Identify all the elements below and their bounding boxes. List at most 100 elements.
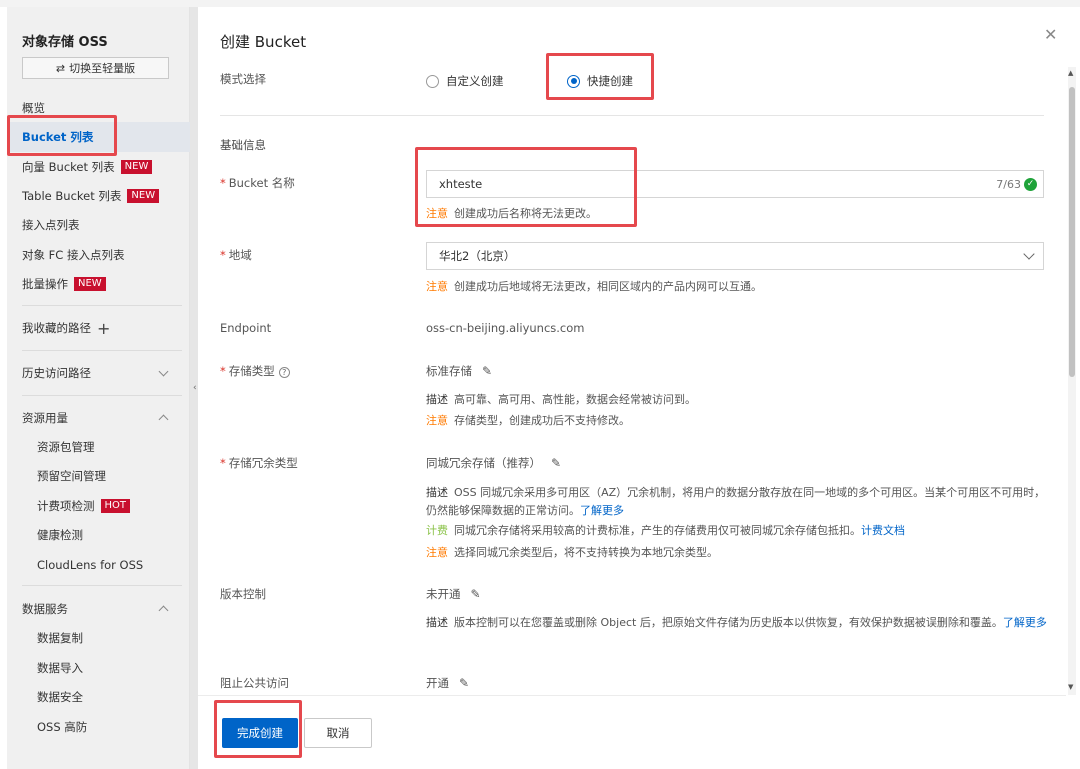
close-icon[interactable]: ✕ [1044,25,1057,44]
sidebar-item-label: 接入点列表 [22,218,80,232]
edit-icon[interactable]: ✎ [482,364,492,378]
top-shadow [0,0,1080,7]
plus-icon[interactable]: + [97,319,110,338]
check-circle-icon: ✓ [1024,178,1037,191]
sidebar-item-health-check[interactable]: 健康检测 [37,525,83,545]
storage-class-desc: 描述 高可靠、高可用、高性能，数据会经常被访问到。 [426,393,696,406]
switch-lite-label: 切换至轻量版 [69,62,136,75]
radio-icon [426,74,439,88]
chevron-down-icon [1023,248,1035,260]
edit-icon[interactable]: ✎ [459,676,469,690]
region-select[interactable]: 华北2（北京） [426,242,1044,270]
chevron-left-icon[interactable]: ‹ [193,383,197,393]
block-public-label: 阻止公共访问 [220,676,289,690]
sidebar-item-label: OSS 高防 [37,720,88,734]
redundancy-value: 同城冗余存储（推荐） ✎ [426,456,562,470]
redundancy-note: 注意 选择同城冗余类型后，将不支持转换为本地冗余类型。 [426,546,718,559]
sidebar-item-fav-paths[interactable]: 我收藏的路径 + [22,318,110,338]
sidebar-item-cloudlens[interactable]: CloudLens for OSS [37,555,143,575]
block-public-value: 开通 ✎ [426,676,470,690]
chevron-up-icon[interactable] [158,605,169,616]
redundancy-billing: 计费 同城冗余存储将采用较高的计费标准，产生的存储费用仅可被同城冗余存储包抵扣。计… [426,524,905,537]
sidebar-item-label: 批量操作 [22,277,68,291]
switch-lite-button[interactable]: ⇄ 切换至轻量版 [22,57,169,79]
sidebar-item-data-security[interactable]: 数据安全 [37,687,83,707]
sidebar-item-batch-ops[interactable]: 批量操作 NEW [22,274,106,294]
sidebar-item-label: 数据服务 [22,602,68,616]
scrollbar-thumb[interactable] [1069,87,1075,377]
bucket-name-label: * Bucket 名称 [220,176,295,190]
sidebar-item-label: CloudLens for OSS [37,558,144,572]
endpoint-label: Endpoint [220,321,272,335]
sidebar-item-data-services[interactable]: 数据服务 [22,599,68,619]
storage-class-value: 标准存储 ✎ [426,364,493,378]
chevron-up-icon[interactable] [158,414,169,425]
scroll-up-icon[interactable]: ▲ [1068,69,1073,77]
sidebar-item-label: 资源用量 [22,411,68,425]
sidebar-item-history-paths[interactable]: 历史访问路径 [22,363,91,383]
sidebar-item-billing-check[interactable]: 计费项检测 HOT [37,496,130,516]
cancel-button[interactable]: 取消 [304,718,372,748]
highlight-box [415,147,637,227]
highlight-box [214,700,302,758]
sidebar-item-resource-pkg[interactable]: 资源包管理 [37,437,95,457]
scroll-down-icon[interactable]: ▼ [1068,683,1073,691]
sidebar-item-reserved-space[interactable]: 预留空间管理 [37,466,106,486]
versioning-desc: 描述 版本控制可以在您覆盖或删除 Object 后，把原始文件存储为历史版本以供恢… [426,616,1047,629]
sidebar-item-fc-access-points[interactable]: 对象 FC 接入点列表 [22,245,124,265]
section-divider [220,115,1044,116]
radio-label: 自定义创建 [446,74,504,88]
sidebar-divider [22,305,182,306]
sidebar-item-table-bucket[interactable]: Table Bucket 列表 NEW [22,186,160,206]
radio-custom-create[interactable]: 自定义创建 [426,73,504,89]
create-bucket-panel: 创建 Bucket ✕ 模式选择 自定义创建 快捷创建 基础信息 * Bucket… [198,7,1076,769]
sidebar-item-label: 健康检测 [37,528,83,542]
panel-footer: 完成创建 取消 [198,695,1066,769]
sidebar-divider [22,395,182,396]
endpoint-value: oss-cn-beijing.aliyuncs.com [426,321,585,335]
redundancy-desc: 描述 OSS 同城冗余采用多可用区（AZ）冗余机制，将用户的数据分散存放在同一地域… [426,486,1046,517]
region-label: * 地域 [220,248,252,262]
sidebar-item-label: Table Bucket 列表 [22,189,122,203]
storage-class-label: * 存储类型? [220,363,290,379]
sidebar-item-label: 数据复制 [37,631,83,645]
sidebar-item-oss-defense[interactable]: OSS 高防 [37,717,87,737]
panel-title: 创建 Bucket [220,33,307,51]
edit-icon[interactable]: ✎ [551,456,561,470]
new-badge: NEW [120,160,153,174]
sidebar-item-data-import[interactable]: 数据导入 [37,658,83,678]
sidebar-item-label: 预留空间管理 [37,469,106,483]
learn-more-link[interactable]: 了解更多 [580,504,624,517]
highlight-box [7,115,117,156]
region-value: 华北2（北京） [439,249,516,263]
edit-icon[interactable]: ✎ [471,587,481,601]
versioning-label: 版本控制 [220,587,266,601]
region-note: 注意 创建成功后地域将无法更改，相同区域内的产品内网可以互通。 [426,280,762,293]
sidebar-item-label: 数据安全 [37,690,83,704]
sidebar-item-label: 概览 [22,101,45,115]
sidebar-title: 对象存储 OSS [22,35,108,50]
char-counter: 7/63 [996,177,1021,191]
new-badge: NEW [74,277,106,291]
sidebar-item-label: 我收藏的路径 [22,321,91,335]
new-badge: NEW [127,189,160,203]
learn-more-link[interactable]: 了解更多 [1003,616,1047,629]
sidebar-item-label: 数据导入 [37,661,83,675]
redundancy-label: * 存储冗余类型 [220,456,298,470]
swap-icon: ⇄ [55,61,66,75]
storage-class-note: 注意 存储类型，创建成功后不支持修改。 [426,414,630,427]
billing-doc-link[interactable]: 计费文档 [861,524,905,537]
sidebar-item-vector-bucket[interactable]: 向量 Bucket 列表 NEW [22,157,153,177]
sidebar-item-data-replication[interactable]: 数据复制 [37,628,83,648]
basic-info-heading: 基础信息 [220,138,266,152]
versioning-value: 未开通 ✎ [426,587,481,601]
sidebar-item-label: 资源包管理 [37,440,95,454]
sidebar-item-label: 历史访问路径 [22,366,91,380]
sidebar-divider [22,350,182,351]
sidebar-item-resource-usage[interactable]: 资源用量 [22,408,68,428]
sidebar-item-access-points[interactable]: 接入点列表 [22,215,80,235]
chevron-down-icon[interactable] [158,366,169,377]
sidebar-item-label: 向量 Bucket 列表 [22,160,115,174]
sidebar-item-label: 对象 FC 接入点列表 [22,248,125,262]
highlight-box [546,53,654,100]
